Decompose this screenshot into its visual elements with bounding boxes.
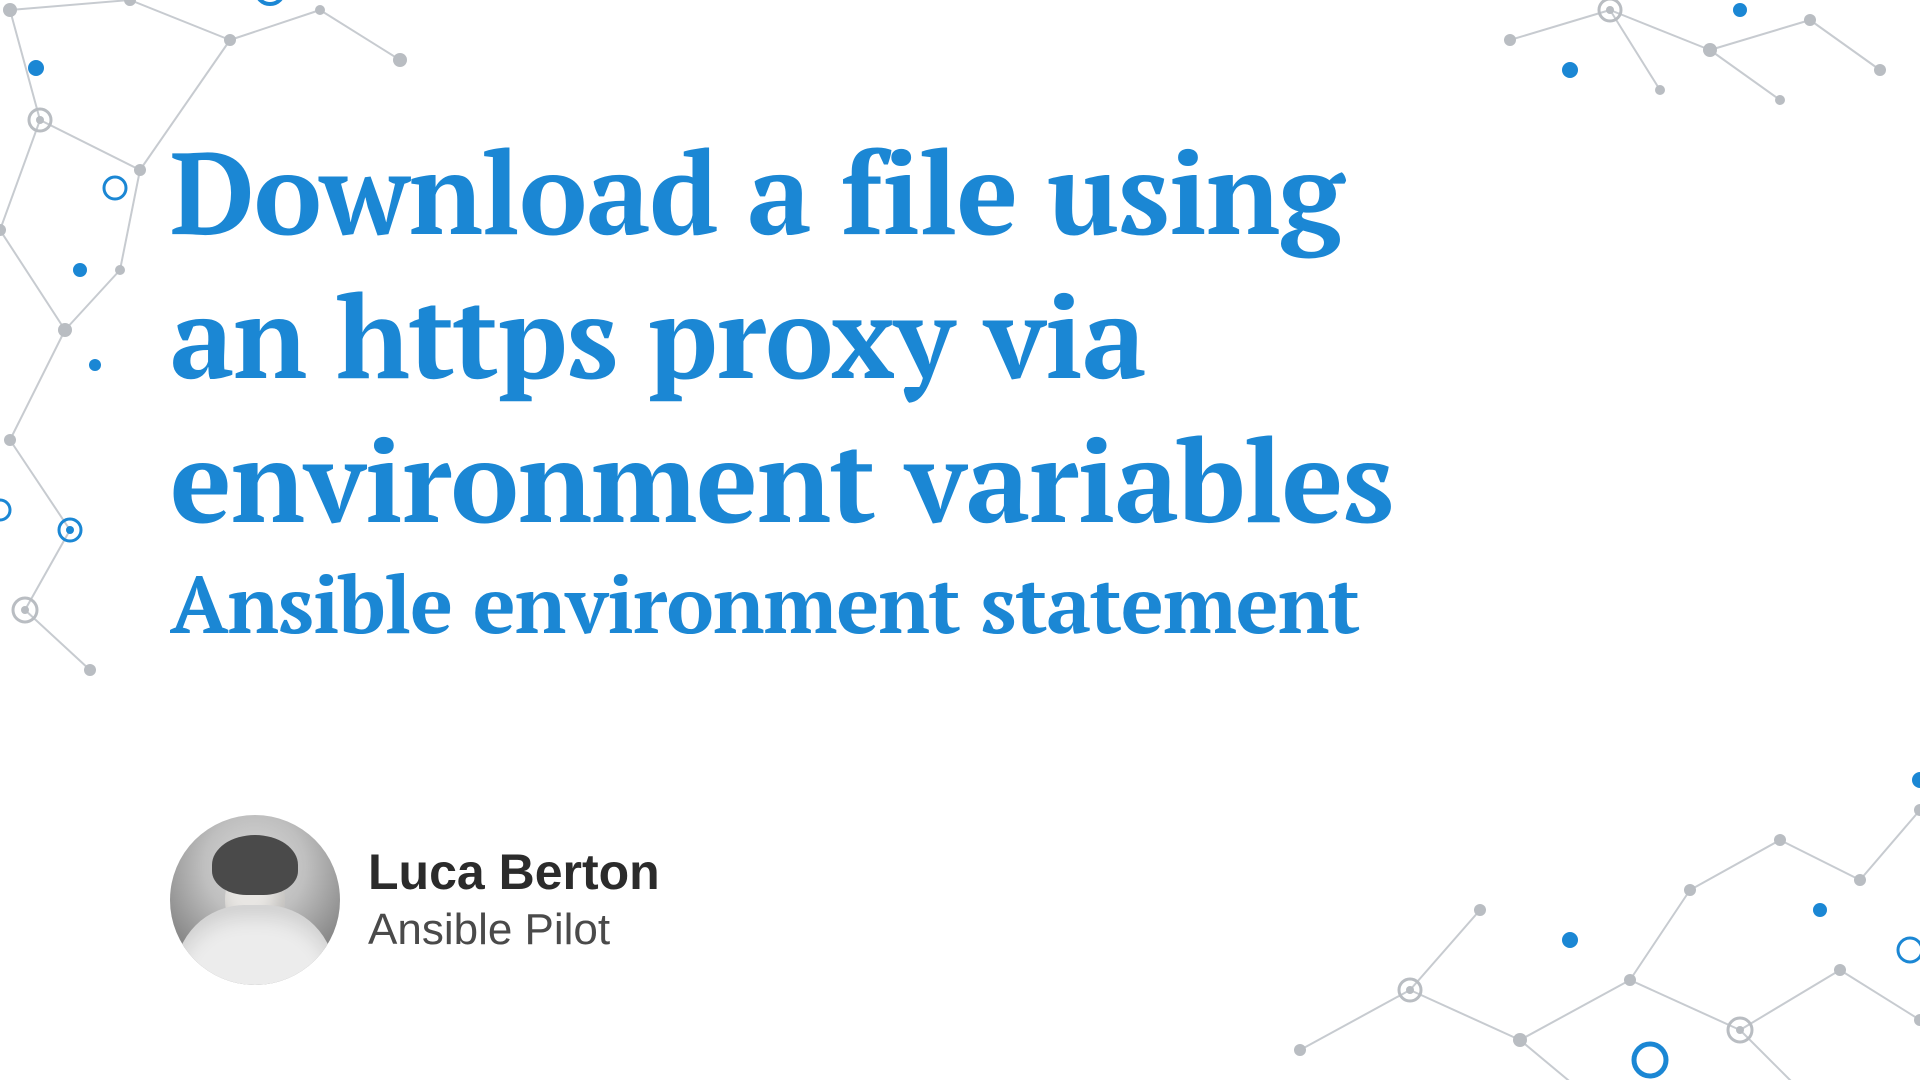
title-line-3: environment variables <box>170 403 1393 555</box>
content: Download a file using an https proxy via… <box>170 120 1860 647</box>
author-role: Ansible Pilot <box>368 905 660 956</box>
slide: Download a file using an https proxy via… <box>0 0 1920 1080</box>
avatar <box>170 815 340 985</box>
page-title: Download a file using an https proxy via… <box>170 120 1860 551</box>
author-block: Luca Berton Ansible Pilot <box>170 815 660 985</box>
network-graphic-top-right <box>1480 0 1900 140</box>
network-graphic-bottom-right <box>1220 690 1920 1080</box>
title-line-2: an https proxy via <box>170 259 1145 411</box>
title-line-1: Download a file using <box>170 115 1343 267</box>
author-name: Luca Berton <box>368 844 660 902</box>
page-subtitle: Ansible environment statement <box>170 559 1860 647</box>
author-text: Luca Berton Ansible Pilot <box>368 844 660 956</box>
